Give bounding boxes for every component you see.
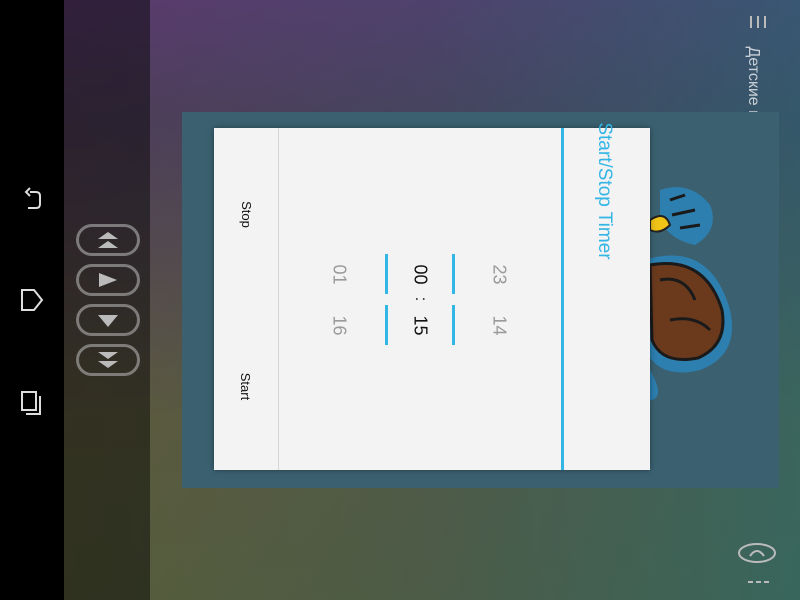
hour-current[interactable]: 00 [405,259,435,289]
home-button[interactable] [12,280,52,320]
play-button[interactable] [76,264,140,296]
recent-apps-button[interactable] [12,382,52,422]
minute-prev[interactable]: 14 [484,310,514,340]
logo-icon [738,543,776,563]
menu-button[interactable] [748,14,768,30]
minute-next[interactable]: 16 [324,310,354,340]
minute-selection-line-right [452,305,455,345]
title-divider [561,128,564,470]
minute-current[interactable]: 15 [405,310,435,340]
dialog-button-bar: Stop Start [214,128,279,470]
stop-button[interactable]: Stop [222,174,270,254]
back-button[interactable] [12,180,52,220]
hour-prev[interactable]: 23 [484,259,514,289]
skip-previous-button[interactable] [76,224,140,256]
hour-next[interactable]: 01 [324,259,354,289]
start-button[interactable]: Start [222,346,270,426]
menu-icon [750,16,766,28]
skip-previous-icon [98,232,118,248]
dropdown-button[interactable] [76,304,140,336]
skip-next-icon [98,352,118,368]
stop-label: Stop [238,200,254,228]
dropdown-icon [98,315,118,327]
start-label: Start [238,372,254,400]
dialog-title: Start/Stop Timer [584,122,624,259]
hour-selection-line-left [385,254,388,294]
app-logo[interactable] [736,540,778,566]
back-icon [24,187,41,209]
more-options-button[interactable] [746,574,770,584]
play-icon [99,273,117,287]
home-icon [21,289,44,311]
hour-selection-line-right [452,254,455,294]
minute-selection-line-left [385,305,388,345]
more-icon [748,581,769,583]
time-separator: : [411,296,429,302]
system-navigation-bar [0,0,64,600]
recent-apps-icon [21,391,41,415]
timer-dialog: Stop Start 01 00 23 : 16 15 14 Start/Sto… [214,122,650,470]
skip-next-button[interactable] [76,344,140,376]
dialog-title-text: Start/Stop Timer [594,122,615,260]
controls-overlay [64,0,150,600]
